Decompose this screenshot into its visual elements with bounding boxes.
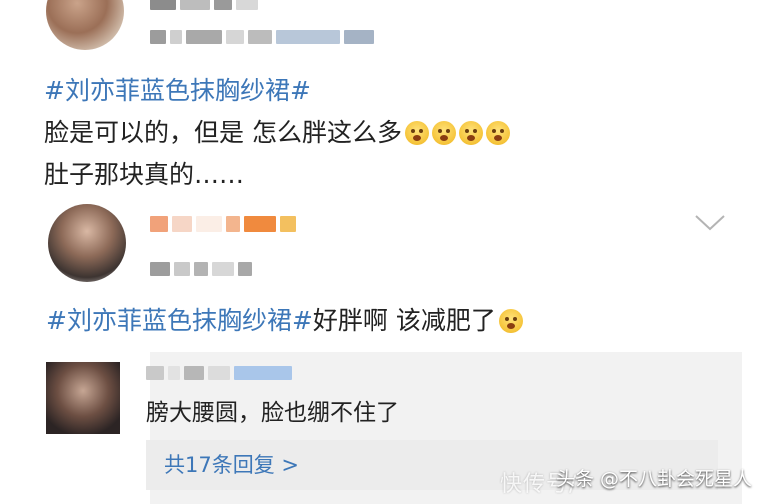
sad-sweat-face-emoji-icon: [498, 309, 523, 333]
avatar[interactable]: [46, 0, 124, 50]
chevron-down-icon[interactable]: [694, 214, 726, 232]
comment-1: #刘亦菲蓝色抹胸纱裙# 脸是可以的，但是 怎么胖这么多 肚子那块真的……: [0, 0, 780, 200]
comment-text-line: 脸是可以的，但是 怎么胖这么多: [44, 118, 402, 147]
reply-text: 膀大腰圆，脸也绷不住了: [146, 400, 399, 426]
comment-text-line-2: 肚子那块真的……: [44, 160, 245, 189]
comment-text: 脸是可以的，但是 怎么胖这么多: [44, 116, 510, 150]
flushed-face-emoji-icon: [485, 121, 510, 145]
avatar[interactable]: [46, 362, 120, 434]
hashtag-link[interactable]: #刘亦菲蓝色抹胸纱裙#: [44, 74, 311, 108]
username-censored: [150, 216, 296, 232]
timestamp-censored: [150, 262, 252, 276]
comment-text-line: 好胖啊 该减肥了: [312, 306, 496, 335]
hashtag-link[interactable]: #刘亦菲蓝色抹胸纱裙#: [46, 306, 313, 335]
comment-text: #刘亦菲蓝色抹胸纱裙#好胖啊 该减肥了: [46, 304, 523, 338]
flushed-face-emoji-icon: [431, 121, 456, 145]
comment-2: #刘亦菲蓝色抹胸纱裙#好胖啊 该减肥了: [0, 200, 780, 350]
avatar[interactable]: [48, 204, 126, 282]
timestamp-censored: [150, 30, 374, 44]
reply-username-censored: [146, 366, 292, 380]
flushed-face-emoji-icon: [404, 121, 429, 145]
username-censored: [150, 0, 258, 10]
flushed-face-emoji-icon: [458, 121, 483, 145]
source-tag: 头条 @不八卦会死星人: [556, 468, 753, 490]
